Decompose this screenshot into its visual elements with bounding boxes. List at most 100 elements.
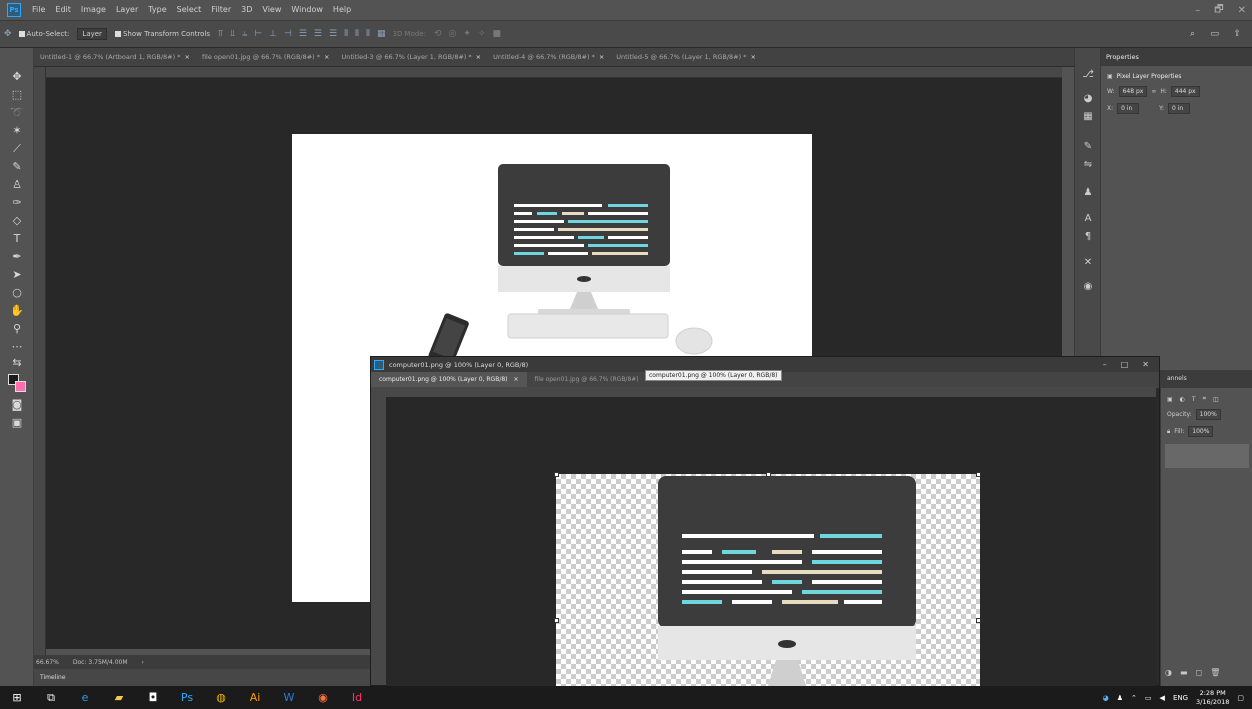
filter-smart-icon[interactable]: ◫ bbox=[1213, 396, 1219, 403]
lock-icon[interactable]: 🔒︎ bbox=[1167, 428, 1170, 436]
layer-row[interactable] bbox=[1165, 444, 1249, 468]
tab-close-icon[interactable]: × bbox=[324, 53, 329, 61]
menu-3d[interactable]: 3D bbox=[236, 0, 257, 20]
menu-edit[interactable]: Edit bbox=[50, 0, 76, 20]
background-color-swatch[interactable] bbox=[15, 381, 26, 392]
menu-type[interactable]: Type bbox=[143, 0, 171, 20]
default-colors-icon[interactable]: ⇆ bbox=[10, 356, 24, 370]
photoshop-logo[interactable]: Ps bbox=[7, 3, 21, 17]
folder-icon[interactable]: ▬ bbox=[1180, 668, 1188, 677]
fill-field[interactable]: 100% bbox=[1188, 426, 1214, 437]
menu-filter[interactable]: Filter bbox=[206, 0, 236, 20]
history-brush-icon[interactable]: ✑ bbox=[10, 196, 24, 210]
3d-drag-icon[interactable]: ✦ bbox=[463, 29, 471, 39]
floating-vertical-ruler[interactable] bbox=[371, 387, 386, 685]
menu-layer[interactable]: Layer bbox=[111, 0, 143, 20]
float-maximize-button[interactable]: □ bbox=[1121, 360, 1129, 369]
floating-tab[interactable]: file open01.jpg @ 66.7% (RGB/8#) bbox=[527, 372, 647, 388]
floating-tab-active[interactable]: computer01.png @ 100% (Layer 0, RGB/8) × bbox=[371, 372, 527, 388]
menu-window[interactable]: Window bbox=[286, 0, 328, 20]
filter-adjust-icon[interactable]: ◐ bbox=[1180, 396, 1185, 403]
delete-layer-icon[interactable]: 🗑︎ bbox=[1210, 668, 1220, 677]
share-icon[interactable]: ⇪ bbox=[1233, 29, 1241, 39]
link-icon[interactable]: ∞ bbox=[1151, 88, 1156, 95]
workspace-icon[interactable]: ▭ bbox=[1210, 29, 1219, 39]
language-indicator[interactable]: ENG bbox=[1173, 694, 1188, 702]
notifications-icon[interactable]: ▢ bbox=[1237, 694, 1244, 702]
task-view-icon[interactable]: ⧉ bbox=[40, 689, 62, 707]
tab-close-icon[interactable]: × bbox=[476, 53, 481, 61]
tab-close-icon[interactable]: × bbox=[514, 376, 519, 383]
type-tool-icon[interactable]: T bbox=[10, 232, 24, 246]
store-icon[interactable]: ◘ bbox=[142, 689, 164, 707]
transform-handle[interactable] bbox=[554, 618, 559, 623]
floating-horizontal-ruler[interactable] bbox=[386, 387, 1156, 397]
restore-button[interactable]: 🗗 bbox=[1214, 2, 1223, 19]
show-transform-checkbox[interactable]: Show Transform Controls bbox=[114, 30, 210, 38]
eraser-tool-icon[interactable]: ◇ bbox=[10, 214, 24, 228]
menu-select[interactable]: Select bbox=[172, 0, 207, 20]
channels-tab[interactable]: annels bbox=[1161, 370, 1252, 388]
swatches-icon[interactable]: ▦ bbox=[1081, 110, 1095, 124]
3d-roll-icon[interactable]: ◎ bbox=[449, 29, 457, 39]
tab-close-icon[interactable]: × bbox=[750, 53, 755, 61]
3d-scale-icon[interactable]: ■ bbox=[492, 29, 501, 39]
illustrator-icon[interactable]: Ai bbox=[244, 689, 266, 707]
3d-slide-icon[interactable]: ✧ bbox=[478, 29, 486, 39]
distribute-right-icon[interactable]: ⦀ bbox=[366, 29, 370, 39]
quick-mask-icon[interactable]: ◙ bbox=[10, 398, 24, 412]
filter-pixel-icon[interactable]: ▣ bbox=[1167, 396, 1173, 403]
float-close-button[interactable]: ✕ bbox=[1142, 360, 1149, 369]
align-top-icon[interactable]: ⫪ bbox=[218, 29, 223, 39]
search-icon[interactable]: ⌕ bbox=[1190, 29, 1195, 39]
move-tool-icon[interactable]: ✥ bbox=[4, 29, 12, 39]
stamp-tool-icon[interactable]: ♙ bbox=[10, 178, 24, 192]
pen-tool-icon[interactable]: ✒ bbox=[10, 250, 24, 264]
auto-align-icon[interactable]: ▦ bbox=[377, 29, 386, 39]
transparent-layer[interactable] bbox=[554, 472, 981, 686]
network-icon[interactable]: ▭ bbox=[1145, 694, 1152, 702]
lasso-tool-icon[interactable]: ➰ bbox=[10, 106, 24, 120]
3d-panel-icon[interactable]: ◉ bbox=[1081, 280, 1095, 294]
show-hidden-icon[interactable]: ⌃ bbox=[1131, 694, 1137, 702]
brush-panel-icon[interactable]: ✎ bbox=[1081, 140, 1095, 154]
indesign-icon[interactable]: Id bbox=[346, 689, 368, 707]
auto-select-checkbox[interactable]: Auto-Select: bbox=[18, 30, 69, 38]
paragraph-icon[interactable]: ¶ bbox=[1081, 230, 1095, 244]
zoom-tool-icon[interactable]: ⚲ bbox=[10, 322, 24, 336]
transform-handle[interactable] bbox=[766, 472, 771, 477]
distribute-bottom-icon[interactable]: ☰ bbox=[329, 29, 337, 39]
zoom-level[interactable]: 66.67% bbox=[36, 659, 59, 666]
minimize-button[interactable]: – bbox=[1195, 5, 1200, 16]
distribute-left-icon[interactable]: ⦀ bbox=[344, 29, 348, 39]
start-icon[interactable]: ⊞ bbox=[6, 689, 28, 707]
horizontal-ruler[interactable] bbox=[46, 67, 1062, 78]
y-field[interactable]: 0 in bbox=[1168, 103, 1191, 114]
doc-tab[interactable]: Untitled-1 @ 66.7% (Artboard 1, RGB/8#) … bbox=[34, 48, 196, 67]
edge-icon[interactable]: e bbox=[74, 689, 96, 707]
clone-source-icon[interactable]: ♟ bbox=[1081, 186, 1095, 200]
float-minimize-button[interactable]: – bbox=[1103, 360, 1107, 369]
volume-icon[interactable]: ◀ bbox=[1160, 694, 1165, 702]
user-icon[interactable]: ♟ bbox=[1117, 694, 1123, 702]
clock[interactable]: 2:28 PM 3/16/2018 bbox=[1196, 689, 1229, 707]
vertical-ruler[interactable] bbox=[34, 67, 46, 679]
properties-header[interactable]: Properties bbox=[1101, 48, 1252, 66]
distribute-middle-icon[interactable]: ☰ bbox=[314, 29, 322, 39]
width-field[interactable]: 648 px bbox=[1118, 86, 1148, 97]
tab-close-icon[interactable]: × bbox=[599, 53, 604, 61]
filter-shape-icon[interactable]: ⌗ bbox=[1203, 395, 1206, 403]
align-middle-icon[interactable]: ⫫ bbox=[230, 29, 235, 39]
auto-select-dropdown[interactable]: Layer bbox=[77, 28, 107, 40]
3d-rotate-icon[interactable]: ⟲ bbox=[434, 29, 442, 39]
transform-handle[interactable] bbox=[976, 472, 981, 477]
marquee-tool-icon[interactable]: ⬚ bbox=[10, 88, 24, 102]
doc-tab[interactable]: Untitled-4 @ 66.7% (RGB/8#) * × bbox=[487, 48, 610, 67]
height-field[interactable]: 444 px bbox=[1170, 86, 1200, 97]
eyedropper-icon[interactable]: ⟋ bbox=[10, 142, 24, 156]
doc-tab[interactable]: file open01.jpg @ 66.7% (RGB/8#) * × bbox=[196, 48, 336, 67]
character-icon[interactable]: A bbox=[1081, 212, 1095, 226]
align-bottom-icon[interactable]: ⫨ bbox=[242, 29, 247, 39]
brush-tool-icon[interactable]: ✎ bbox=[10, 160, 24, 174]
align-right-icon[interactable]: ⊣ bbox=[284, 29, 292, 39]
